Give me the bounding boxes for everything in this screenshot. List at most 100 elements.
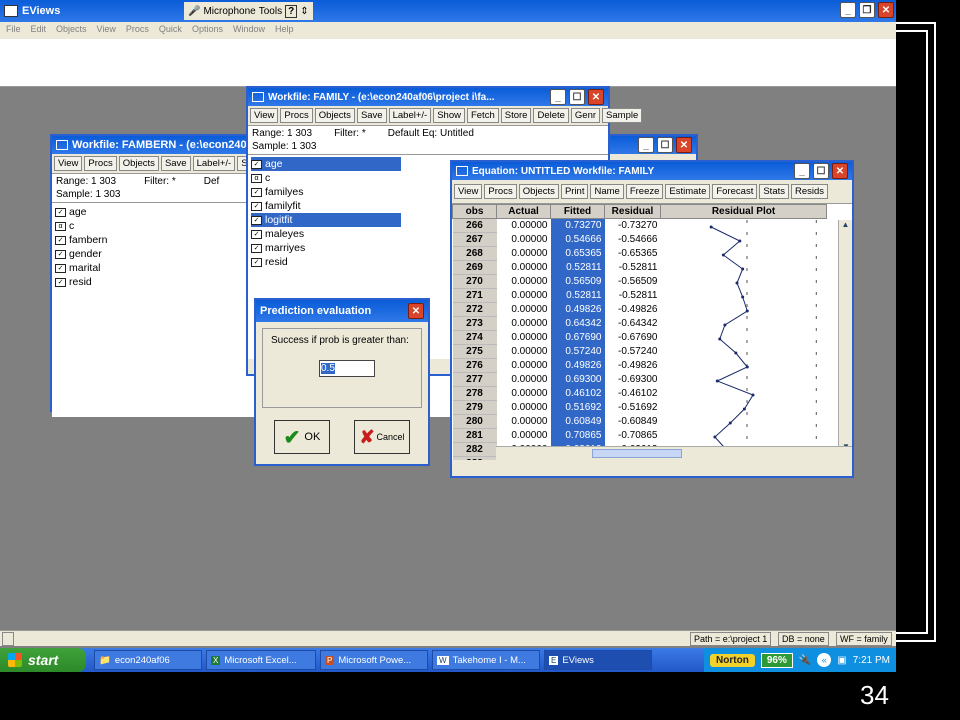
menu-view[interactable]: View [97,24,116,37]
threshold-input[interactable]: 0.5 [319,360,375,377]
label-button[interactable]: Label+/- [192,156,236,171]
view-button[interactable]: View [454,184,483,199]
fitted-cell[interactable]: 0.69300 [550,372,605,387]
menu-objects[interactable]: Objects [56,24,87,37]
actual-cell[interactable]: 0.00000 [496,288,551,303]
save-button[interactable]: Save [356,108,387,123]
obs-cell[interactable]: 270 [452,274,497,289]
objects-button[interactable]: Objects [118,156,159,171]
fitted-cell[interactable]: 0.49826 [550,302,605,317]
fitted-cell[interactable]: 0.52811 [550,288,605,303]
scroll-up-icon[interactable]: ▲ [839,220,852,232]
obs-cell[interactable]: 266 [452,218,497,233]
power-plug-icon[interactable]: 🔌 [799,655,811,666]
fitted-cell[interactable]: 0.46102 [550,386,605,401]
fitted-cell[interactable]: 0.49826 [550,358,605,373]
procs-button[interactable]: Procs [484,184,517,199]
obs-cell[interactable]: 275 [452,344,497,359]
close-button[interactable]: ✕ [408,303,424,319]
menu-quick[interactable]: Quick [159,24,182,37]
residual-cell[interactable]: -0.57240 [604,344,661,359]
residual-cell[interactable]: -0.65365 [604,246,661,261]
print-button[interactable]: Print [560,184,589,199]
actual-cell[interactable]: 0.00000 [496,358,551,373]
task-eviews[interactable]: E EViews [544,650,652,670]
help-icon[interactable]: ? [285,4,298,18]
actual-cell[interactable]: 0.00000 [496,330,551,345]
fitted-cell[interactable]: 0.65365 [550,246,605,261]
command-window[interactable] [0,39,896,87]
close-button[interactable]: ✕ [676,137,692,153]
menu-window[interactable]: Window [233,24,265,37]
actual-cell[interactable]: 0.00000 [496,344,551,359]
menu-edit[interactable]: Edit [31,24,47,37]
tools-button[interactable]: Tools [259,6,282,17]
actual-cell[interactable]: 0.00000 [496,218,551,233]
fitted-cell[interactable]: 0.70865 [550,428,605,443]
minimize-button[interactable]: _ [840,2,856,18]
freeze-button[interactable]: Freeze [625,184,664,199]
task-takehome[interactable]: W Takehome I - M... [432,650,540,670]
ok-button[interactable]: ✔ OK [274,420,330,454]
fetch-button[interactable]: Fetch [466,108,499,123]
residual-cell[interactable]: -0.60849 [604,414,661,429]
vertical-scrollbar[interactable]: ▲ ▼ [838,220,852,454]
obs-cell[interactable]: 280 [452,414,497,429]
list-item[interactable]: ✓ logitfit [251,213,401,227]
residual-cell[interactable]: -0.73270 [604,218,661,233]
obs-cell[interactable]: 273 [452,316,497,331]
fitted-cell[interactable]: 0.60849 [550,414,605,429]
residual-cell[interactable]: -0.70865 [604,428,661,443]
menu-procs[interactable]: Procs [126,24,149,37]
procs-button[interactable]: Procs [84,156,117,171]
forecast-button[interactable]: Forecast [712,184,758,199]
residual-cell[interactable]: -0.69300 [604,372,661,387]
actual-cell[interactable]: 0.00000 [496,428,551,443]
microphone-button[interactable]: Microphone [203,6,255,17]
obs-cell[interactable]: 274 [452,330,497,345]
arrow-left-icon[interactable]: « [817,653,832,667]
view-button[interactable]: View [54,156,83,171]
fitted-cell[interactable]: 0.51692 [550,400,605,415]
microphone-icon[interactable]: 🎤 [188,6,200,17]
options-arrow-icon[interactable]: ⇕ [300,6,308,17]
resids-button[interactable]: Resids [791,184,829,199]
battery-indicator[interactable]: 96% [760,652,793,668]
fitted-cell[interactable]: 0.73270 [550,218,605,233]
objects-button[interactable]: Objects [314,108,355,123]
objects-button[interactable]: Objects [518,184,559,199]
close-button[interactable]: ✕ [878,2,894,18]
residual-cell[interactable]: -0.56509 [604,274,661,289]
procs-button[interactable]: Procs [280,108,313,123]
horizontal-scrollbar[interactable] [496,446,852,460]
view-button[interactable]: View [250,108,279,123]
network-icon[interactable]: ▣ [837,655,846,666]
obs-cell[interactable]: 278 [452,386,497,401]
fitted-cell[interactable]: 0.54666 [550,232,605,247]
maximize-button[interactable]: ☐ [569,89,585,105]
list-item[interactable]: ✓ age [251,157,401,171]
minimize-button[interactable]: _ [794,163,810,179]
obs-cell[interactable]: 281 [452,428,497,443]
actual-cell[interactable]: 0.00000 [496,302,551,317]
residual-cell[interactable]: -0.52811 [604,288,661,303]
sample-button[interactable]: Sample [602,108,643,123]
maximize-button[interactable]: ☐ [657,137,673,153]
actual-cell[interactable]: 0.00000 [496,316,551,331]
residual-cell[interactable]: -0.51692 [604,400,661,415]
stats-button[interactable]: Stats [759,184,789,199]
obs-cell[interactable]: 279 [452,400,497,415]
actual-cell[interactable]: 0.00000 [496,414,551,429]
norton-badge[interactable]: Norton [710,653,755,667]
fitted-cell[interactable]: 0.57240 [550,344,605,359]
obs-cell[interactable]: 276 [452,358,497,373]
residual-cell[interactable]: -0.52811 [604,260,661,275]
task-powerpoint[interactable]: P Microsoft Powe... [320,650,428,670]
actual-cell[interactable]: 0.00000 [496,232,551,247]
show-button[interactable]: Show [433,108,465,123]
fitted-cell[interactable]: 0.56509 [550,274,605,289]
task-excel[interactable]: X Microsoft Excel... [206,650,316,670]
actual-cell[interactable]: 0.00000 [496,372,551,387]
residual-cell[interactable]: -0.49826 [604,358,661,373]
delete-button[interactable]: Delete [533,108,569,123]
